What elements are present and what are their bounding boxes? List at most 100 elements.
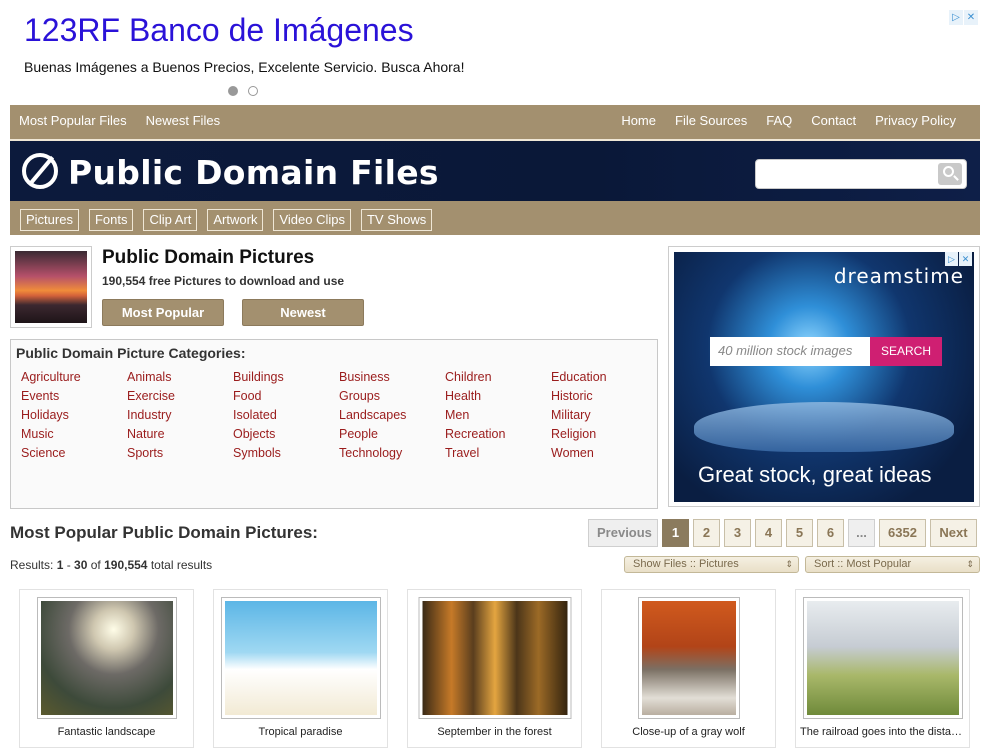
ad-play-icon[interactable]: ▷: [949, 10, 963, 25]
newest-button[interactable]: Newest: [242, 299, 364, 326]
most-popular-button[interactable]: Most Popular: [102, 299, 224, 326]
tab-tv-shows[interactable]: TV Shows: [360, 209, 433, 231]
search-input[interactable]: [760, 163, 932, 185]
carousel-dot-2[interactable]: [248, 86, 258, 96]
nav-file-sources[interactable]: File Sources: [675, 113, 747, 128]
result-card[interactable]: September in the forest: [407, 589, 582, 748]
tab-fonts[interactable]: Fonts: [88, 209, 134, 231]
category-link[interactable]: Holidays: [21, 408, 127, 427]
nav-home[interactable]: Home: [621, 113, 656, 128]
category-link[interactable]: Health: [445, 389, 551, 408]
nav-privacy-policy[interactable]: Privacy Policy: [875, 113, 956, 128]
category-link[interactable]: Religion: [551, 427, 657, 446]
category-link[interactable]: People: [339, 427, 445, 446]
result-card[interactable]: The railroad goes into the distance: [795, 589, 970, 748]
side-ad-play-icon[interactable]: ▷: [945, 252, 958, 266]
category-link[interactable]: Exercise: [127, 389, 233, 408]
sort-select[interactable]: Sort :: Most Popular ⇕: [805, 556, 980, 573]
nav-most-popular-files[interactable]: Most Popular Files: [19, 113, 127, 128]
pager-next[interactable]: Next: [930, 519, 977, 547]
show-files-select[interactable]: Show Files :: Pictures ⇕: [624, 556, 799, 573]
category-link[interactable]: Children: [445, 370, 551, 389]
ad-tagline[interactable]: Great stock, great ideas: [698, 462, 932, 488]
category-link[interactable]: Landscapes: [339, 408, 445, 427]
category-link[interactable]: Industry: [127, 408, 233, 427]
ad-close-icon[interactable]: ✕: [964, 10, 978, 25]
card-image-frame[interactable]: [36, 597, 177, 719]
tab-pictures[interactable]: Pictures: [20, 209, 79, 231]
category-link[interactable]: Travel: [445, 446, 551, 465]
pager-last-page[interactable]: 6352: [879, 519, 926, 547]
category-link[interactable]: Symbols: [233, 446, 339, 465]
side-ad-close-icon[interactable]: ✕: [959, 252, 972, 266]
pager-page-4[interactable]: 4: [755, 519, 782, 547]
card-caption[interactable]: Fantastic landscape: [20, 726, 193, 738]
card-image-frame[interactable]: [637, 597, 740, 719]
card-caption[interactable]: Close-up of a gray wolf: [602, 726, 775, 738]
side-ad-choices[interactable]: ▷ ✕: [945, 252, 973, 266]
category-link[interactable]: Men: [445, 408, 551, 427]
card-caption[interactable]: September in the forest: [408, 726, 581, 738]
category-link[interactable]: Education: [551, 370, 657, 389]
site-logo-text[interactable]: Public Domain Files: [68, 153, 439, 192]
category-link[interactable]: Technology: [339, 446, 445, 465]
card-caption[interactable]: The railroad goes into the distance: [796, 726, 969, 738]
pager-page-2[interactable]: 2: [693, 519, 720, 547]
tab-clip-art[interactable]: Clip Art: [143, 209, 198, 231]
category-link[interactable]: Buildings: [233, 370, 339, 389]
category-link[interactable]: Animals: [127, 370, 233, 389]
carousel-dot-1[interactable]: [228, 86, 238, 96]
result-card[interactable]: Close-up of a gray wolf: [601, 589, 776, 748]
results-suffix: total results: [147, 558, 213, 572]
category-link[interactable]: Groups: [339, 389, 445, 408]
card-image-frame[interactable]: [802, 597, 963, 719]
nav-newest-files[interactable]: Newest Files: [146, 113, 220, 128]
side-advertisement[interactable]: dreamstime 40 million stock images SEARC…: [668, 246, 980, 507]
card-image[interactable]: [641, 601, 736, 715]
tab-artwork[interactable]: Artwork: [207, 209, 264, 231]
top-advertisement[interactable]: 123RF Banco de Imágenes Buenas Imágenes …: [0, 0, 991, 104]
category-link[interactable]: Women: [551, 446, 657, 465]
card-image[interactable]: [40, 601, 173, 715]
nav-contact[interactable]: Contact: [811, 113, 856, 128]
category-link[interactable]: Events: [21, 389, 127, 408]
pager-page-6[interactable]: 6: [817, 519, 844, 547]
nav-faq[interactable]: FAQ: [766, 113, 792, 128]
category-link[interactable]: Business: [339, 370, 445, 389]
result-card[interactable]: Tropical paradise: [213, 589, 388, 748]
category-link[interactable]: Military: [551, 408, 657, 427]
ad-search-box[interactable]: 40 million stock images SEARCH: [710, 337, 942, 366]
category-link[interactable]: Historic: [551, 389, 657, 408]
category-link[interactable]: Food: [233, 389, 339, 408]
ad-brand[interactable]: dreamstime: [834, 264, 964, 288]
card-image-frame[interactable]: [220, 597, 381, 719]
result-card[interactable]: Fantastic landscape: [19, 589, 194, 748]
search-button[interactable]: [938, 163, 962, 185]
card-caption[interactable]: Tropical paradise: [214, 726, 387, 738]
category-link[interactable]: Sports: [127, 446, 233, 465]
tab-video-clips[interactable]: Video Clips: [273, 209, 351, 231]
category-link[interactable]: Agriculture: [21, 370, 127, 389]
ad-search-placeholder[interactable]: 40 million stock images: [718, 343, 852, 358]
dreamstime-ad-image[interactable]: dreamstime 40 million stock images SEARC…: [674, 252, 974, 502]
ad-search-button[interactable]: SEARCH: [870, 337, 942, 366]
category-link[interactable]: Music: [21, 427, 127, 446]
public-domain-logo-icon[interactable]: [22, 153, 58, 189]
ad-title[interactable]: 123RF Banco de Imágenes: [24, 12, 414, 49]
ad-choices[interactable]: ▷ ✕: [949, 10, 979, 25]
card-image-frame[interactable]: [418, 597, 571, 719]
ad-subtitle[interactable]: Buenas Imágenes a Buenos Precios, Excele…: [24, 59, 464, 75]
pager-page-5[interactable]: 5: [786, 519, 813, 547]
category-link[interactable]: Recreation: [445, 427, 551, 446]
category-link[interactable]: Science: [21, 446, 127, 465]
card-image[interactable]: [806, 601, 959, 715]
category-link[interactable]: Objects: [233, 427, 339, 446]
pager-page-3[interactable]: 3: [724, 519, 751, 547]
category-link[interactable]: Isolated: [233, 408, 339, 427]
pager-page-1[interactable]: 1: [662, 519, 689, 547]
category-link[interactable]: Nature: [127, 427, 233, 446]
card-image[interactable]: [224, 601, 377, 715]
pictures-thumbnail[interactable]: [10, 246, 92, 328]
card-image[interactable]: [422, 601, 567, 715]
pager-previous[interactable]: Previous: [588, 519, 658, 547]
